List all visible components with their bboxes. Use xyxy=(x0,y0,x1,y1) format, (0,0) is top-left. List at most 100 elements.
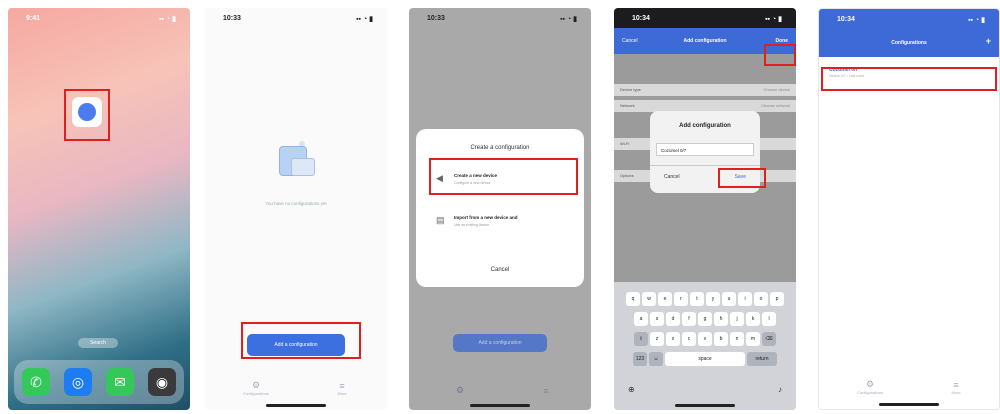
status-time: 10:33 xyxy=(223,15,241,22)
status-icons: ▪▪ ◔ ▮ xyxy=(159,16,176,23)
safari-icon[interactable]: ◎ xyxy=(64,368,92,396)
globe-icon[interactable]: ⊕ xyxy=(628,385,635,394)
key[interactable]: v xyxy=(698,332,712,346)
configurations-tab-icon: ⚙ xyxy=(251,380,261,390)
tab-configurations: ⚙ xyxy=(455,385,465,395)
key[interactable]: j xyxy=(730,312,744,326)
status-icons: ▪▪ ◔ ▮ xyxy=(765,16,782,23)
backspace-key[interactable]: ⌫ xyxy=(762,332,776,346)
key[interactable]: p xyxy=(770,292,784,306)
key[interactable]: t xyxy=(690,292,704,306)
search-pill[interactable]: Search xyxy=(78,338,118,348)
camera-icon[interactable]: ◉ xyxy=(148,368,176,396)
nav-bar: Configurations + xyxy=(819,29,999,57)
return-key[interactable]: return xyxy=(747,352,777,366)
key[interactable]: w xyxy=(642,292,656,306)
shift-key[interactable]: ⇧ xyxy=(634,332,648,346)
status-time: 10:34 xyxy=(837,16,855,23)
option-import[interactable]: ▤ Import from a new device and Use an ex… xyxy=(430,211,570,233)
key-row-2: a s d f g h j k l xyxy=(618,312,792,326)
tab-configurations[interactable]: ⚙ Configurations xyxy=(231,380,281,396)
option-label: Import from a new device and xyxy=(454,215,518,220)
emoji-key[interactable]: ☺ xyxy=(649,352,663,366)
status-bar: 10:34 ▪▪ ◔ ▮ xyxy=(614,8,796,28)
dialog-title: Add configuration xyxy=(679,123,731,129)
key[interactable]: o xyxy=(754,292,768,306)
empty-illustration-icon xyxy=(273,138,319,184)
more-tab-icon: ≡ xyxy=(339,381,345,391)
add-button[interactable]: + xyxy=(986,36,991,46)
tab-more[interactable]: ≡ More xyxy=(931,380,981,395)
add-configuration-button: Add a configuration xyxy=(453,334,547,352)
key[interactable]: c xyxy=(682,332,696,346)
action-sheet: Create a configuration ◀ Create a new de… xyxy=(416,129,584,287)
highlight-box xyxy=(821,67,997,91)
key[interactable]: l xyxy=(762,312,776,326)
key[interactable]: i xyxy=(738,292,752,306)
key[interactable]: r xyxy=(674,292,688,306)
empty-text: You have no configurations yet xyxy=(265,201,327,206)
status-bar: 9:41 ▪▪ ◔ ▮ xyxy=(8,8,190,28)
space-key[interactable]: space xyxy=(665,352,745,366)
add-config-dialog-screen: 10:34 ▪▪ ◔ ▮ Cancel Add configuration Do… xyxy=(614,8,796,410)
tab-more[interactable]: ≡ More xyxy=(317,381,367,396)
status-icons: ▪▪ ◔ ▮ xyxy=(560,16,577,23)
highlight-box xyxy=(64,89,110,141)
key[interactable]: f xyxy=(682,312,696,326)
numbers-key[interactable]: 123 xyxy=(633,352,647,366)
key[interactable]: n xyxy=(730,332,744,346)
key-row-1: q w e r t y u i o p xyxy=(618,292,792,306)
status-time: 10:34 xyxy=(632,15,650,22)
highlight-box xyxy=(764,44,796,66)
option-desc: Use an existing device xyxy=(454,223,490,227)
messages-icon[interactable]: ✉ xyxy=(106,368,134,396)
dock: ✆ ◎ ✉ ◉ xyxy=(14,360,184,404)
form-row[interactable]: Device type Choose device xyxy=(614,84,796,96)
divider xyxy=(650,165,760,166)
key[interactable]: k xyxy=(746,312,760,326)
key[interactable]: a xyxy=(634,312,648,326)
key[interactable]: y xyxy=(706,292,720,306)
dialog-cancel-button[interactable]: Cancel xyxy=(664,174,680,180)
status-time: 10:33 xyxy=(427,15,445,22)
key[interactable]: b xyxy=(714,332,728,346)
key[interactable]: u xyxy=(722,292,736,306)
key[interactable]: s xyxy=(650,312,664,326)
key[interactable]: m xyxy=(746,332,760,346)
key-row-4: 123 ☺ space return xyxy=(618,352,792,366)
key[interactable]: g xyxy=(698,312,712,326)
phone-icon[interactable]: ✆ xyxy=(22,368,50,396)
status-bar: 10:33 ▪▪ ◔ ▮ xyxy=(205,8,387,28)
status-icons: ▪▪ ◔ ▮ xyxy=(356,16,373,23)
status-time: 9:41 xyxy=(26,15,41,22)
highlight-box xyxy=(241,322,361,359)
tab-more: ≡ xyxy=(543,386,549,396)
home-indicator xyxy=(879,403,939,406)
nav-cancel-button[interactable]: Cancel xyxy=(622,38,638,44)
configurations-tab-icon: ⚙ xyxy=(865,379,875,389)
configuration-name-input[interactable]: Cozumel 0/7 xyxy=(656,143,754,156)
home-indicator xyxy=(675,404,735,407)
nav-title: Configurations xyxy=(891,40,927,46)
keyboard: q w e r t y u i o p a s d f g h j k l ⇧ … xyxy=(614,282,796,410)
status-bar: 10:33 ▪▪ ◔ ▮ xyxy=(409,8,591,28)
configurations-list-screen: 10:34 ▪▪ ◔ ▮ Configurations + Cozumel 0/… xyxy=(818,8,1000,410)
key[interactable]: e xyxy=(658,292,672,306)
key[interactable]: h xyxy=(714,312,728,326)
empty-state-screen: 10:33 ▪▪ ◔ ▮ You have no configurations … xyxy=(205,8,387,410)
key[interactable]: x xyxy=(666,332,680,346)
home-screen: 9:41 ▪▪ ◔ ▮ Search ✆ ◎ ✉ ◉ xyxy=(8,8,190,410)
nav-title: Add configuration xyxy=(683,38,727,44)
microphone-icon[interactable]: ♪ xyxy=(778,385,782,394)
key[interactable]: d xyxy=(666,312,680,326)
cancel-button[interactable]: Cancel xyxy=(416,267,584,273)
import-icon: ▤ xyxy=(436,215,445,225)
tab-configurations[interactable]: ⚙ Configurations xyxy=(845,379,895,395)
key[interactable]: q xyxy=(626,292,640,306)
home-indicator xyxy=(470,404,530,407)
key[interactable]: z xyxy=(650,332,664,346)
highlight-box xyxy=(429,158,578,195)
key-row-3: ⇧ z x c v b n m ⌫ xyxy=(618,332,792,346)
status-bar: 10:34 ▪▪ ◔ ▮ xyxy=(819,9,999,29)
home-indicator xyxy=(266,404,326,407)
